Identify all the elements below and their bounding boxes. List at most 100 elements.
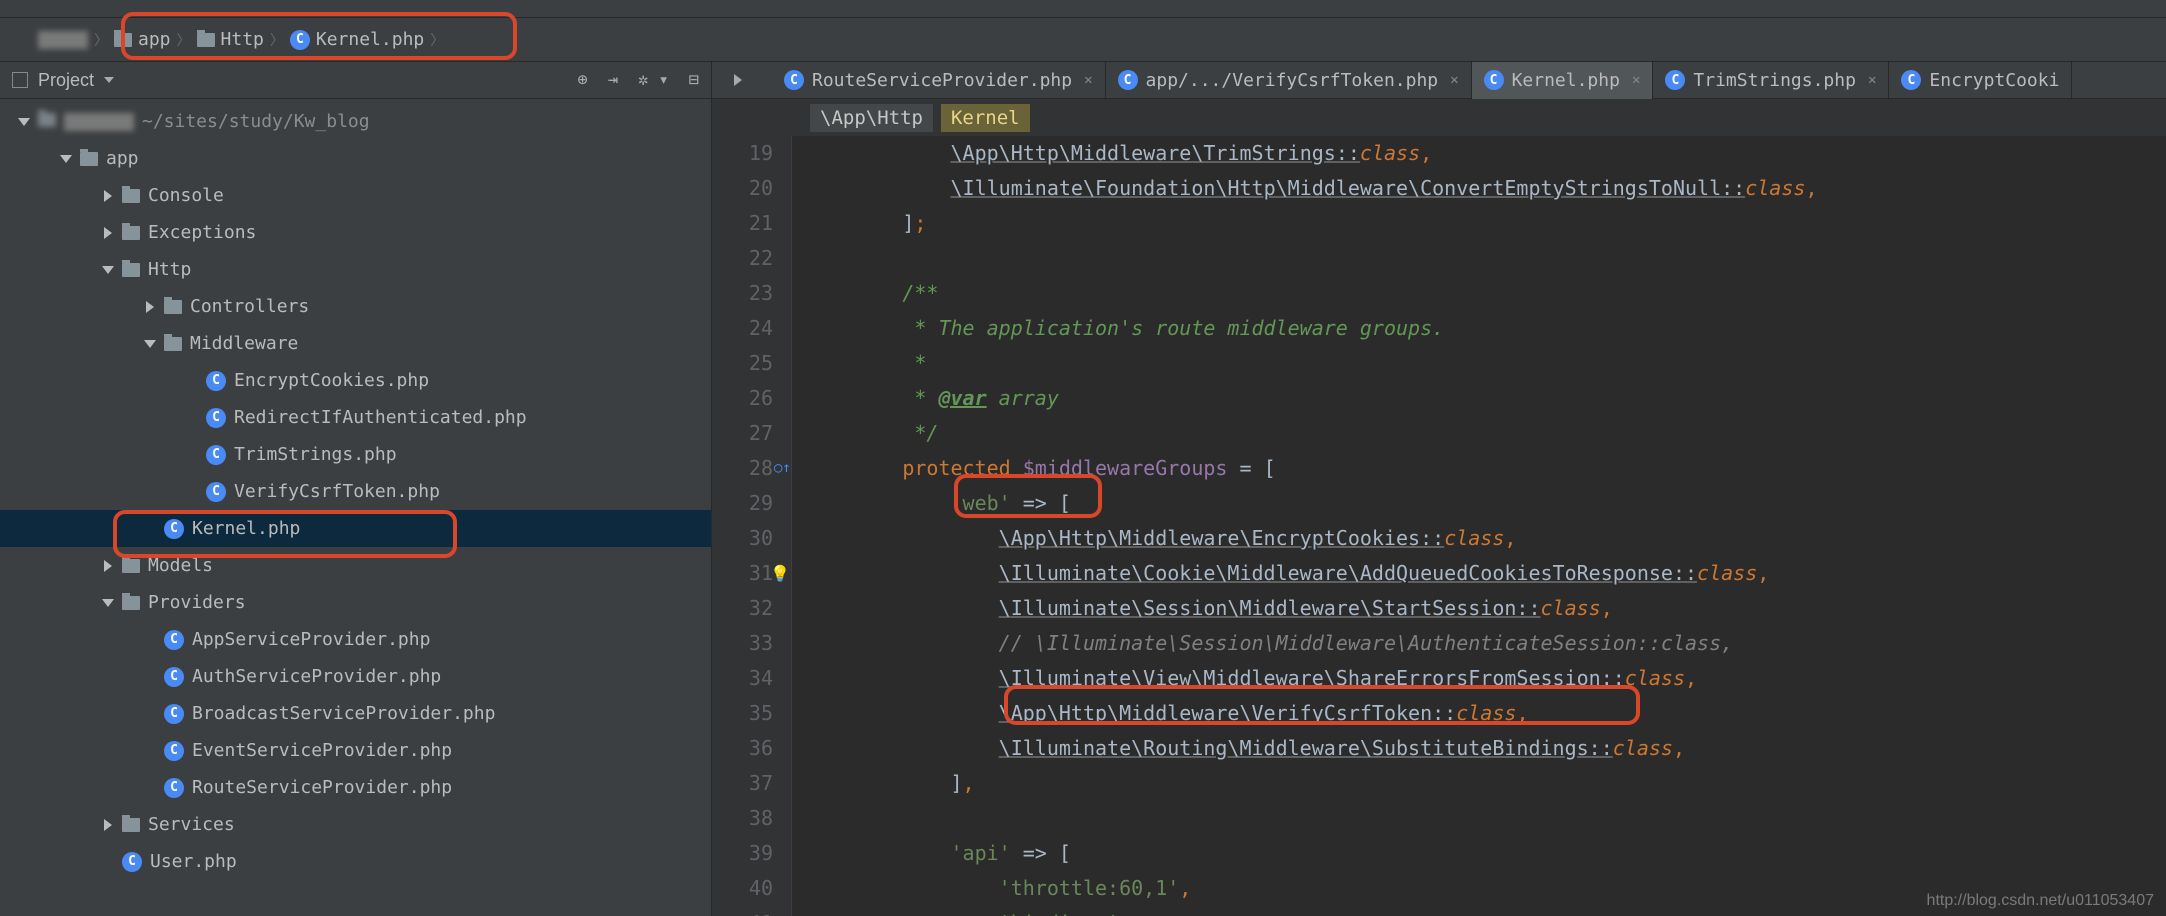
line-number: 21 <box>712 206 773 241</box>
tree-item-app[interactable]: app <box>0 140 711 177</box>
close-icon[interactable]: ✕ <box>1084 72 1092 88</box>
tab-kernel-php[interactable]: CKernel.php✕ <box>1472 62 1654 99</box>
expand-icon[interactable] <box>102 560 114 572</box>
project-label[interactable]: Project <box>38 70 94 91</box>
project-view-icon[interactable] <box>12 72 28 88</box>
collapse-icon[interactable]: ⇥ <box>608 70 618 90</box>
project-sidebar: Project ⊕ ⇥ ✲ ▾ ⊟ ~/sites/study/Kw_bloga… <box>0 62 712 916</box>
tree-label: Kernel.php <box>192 518 300 539</box>
code-area[interactable]: \App\Http\Middleware\TrimStrings::class,… <box>792 136 2166 916</box>
project-tree[interactable]: ~/sites/study/Kw_blogapp Console Exception… <box>0 99 711 916</box>
breadcrumb-item-http[interactable]: Http <box>197 29 264 50</box>
code-crumb-class[interactable]: Kernel <box>941 104 1030 132</box>
tree-label: Http <box>148 259 191 280</box>
folder-icon <box>197 33 215 47</box>
tab-label: TrimStrings.php <box>1693 70 1856 91</box>
breadcrumb-item-kernel[interactable]: CKernel.php <box>290 29 424 50</box>
class-icon: C <box>1901 70 1921 90</box>
tree-label: EncryptCookies.php <box>234 370 429 391</box>
gear-icon[interactable]: ✲ ▾ <box>638 70 669 90</box>
expand-icon[interactable] <box>102 190 114 202</box>
tree-item-user-php[interactable]: CUser.php <box>0 843 711 880</box>
expand-icon[interactable] <box>102 599 114 607</box>
tree-label: RedirectIfAuthenticated.php <box>234 407 527 428</box>
breadcrumb-sep-icon: 〉 <box>177 30 191 50</box>
close-icon[interactable]: ✕ <box>1632 72 1640 88</box>
breadcrumb-label: Http <box>221 29 264 50</box>
tree-label: EventServiceProvider.php <box>192 740 452 761</box>
tree-label: Console <box>148 185 224 206</box>
tree-label: AppServiceProvider.php <box>192 629 430 650</box>
tree-item-console[interactable]: Console <box>0 177 711 214</box>
class-icon: C <box>164 704 184 724</box>
expand-icon[interactable] <box>18 118 30 126</box>
line-number: 26 <box>712 381 773 416</box>
tree-label: BroadcastServiceProvider.php <box>192 703 495 724</box>
breadcrumb-blur-icon <box>38 31 88 49</box>
tree-item-appserviceprovider-php[interactable]: C AppServiceProvider.php <box>0 621 711 658</box>
tree-item-controllers[interactable]: Controllers <box>0 288 711 325</box>
expand-icon[interactable] <box>144 340 156 348</box>
code-crumb-namespace[interactable]: \App\Http <box>810 104 933 132</box>
line-number: 31 <box>712 556 773 591</box>
tree-item-redirectifauthenticated-php[interactable]: CRedirectIfAuthenticated.php <box>0 399 711 436</box>
folder-icon <box>164 337 182 351</box>
tree-item-providers[interactable]: Providers <box>0 584 711 621</box>
tree-item-kernel-php[interactable]: CKernel.php <box>0 510 711 547</box>
tree-label: TrimStrings.php <box>234 444 397 465</box>
tree-item-services[interactable]: Services <box>0 806 711 843</box>
tree-label: Controllers <box>190 296 309 317</box>
tree-item-verifycsrftoken-php[interactable]: CVerifyCsrfToken.php <box>0 473 711 510</box>
tree-item-http[interactable]: Http <box>0 251 711 288</box>
target-icon[interactable]: ⊕ <box>578 70 588 90</box>
folder-icon <box>122 559 140 573</box>
tree-item-middleware[interactable]: Middleware <box>0 325 711 362</box>
tree-item-routeserviceprovider-php[interactable]: CRouteServiceProvider.php <box>0 769 711 806</box>
editor-pane: CRouteServiceProvider.php✕Capp/.../Verif… <box>712 62 2166 916</box>
tab-label: RouteServiceProvider.php <box>812 70 1072 91</box>
tree-item-exceptions[interactable]: Exceptions <box>0 214 711 251</box>
tab-routeserviceprovider-php[interactable]: C RouteServiceProvider.php ✕ <box>772 62 1106 99</box>
line-number: 29 <box>712 486 773 521</box>
breadcrumb-label: Kernel.php <box>316 29 424 50</box>
tree-label: Exceptions <box>148 222 256 243</box>
tree-item-encryptcookies-php[interactable]: CEncryptCookies.php <box>0 362 711 399</box>
hide-icon[interactable]: ⊟ <box>689 70 699 90</box>
breadcrumb-sep-icon: 〉 <box>270 30 284 50</box>
tab-encryptcooki[interactable]: C EncryptCooki <box>1889 62 2072 99</box>
tree-item-broadcastserviceprovider-php[interactable]: C BroadcastServiceProvider.php <box>0 695 711 732</box>
tree-item-root[interactable]: ~/sites/study/Kw_blog <box>0 103 711 140</box>
override-icon[interactable]: ○↑ <box>774 451 791 486</box>
close-icon[interactable]: ✕ <box>1868 72 1876 88</box>
line-number: 19 <box>712 136 773 171</box>
line-number: 30 <box>712 521 773 556</box>
tab-label: EncryptCooki <box>1929 70 2059 91</box>
breadcrumb-item-app[interactable]: app <box>114 29 171 50</box>
gutter[interactable]: 1920212223242526272829303132333435363738… <box>712 136 792 916</box>
tree-item-trimstrings-php[interactable]: CTrimStrings.php <box>0 436 711 473</box>
tree-item-authserviceprovider-php[interactable]: CAuthServiceProvider.php <box>0 658 711 695</box>
line-number: 36 <box>712 731 773 766</box>
expand-icon[interactable] <box>144 301 156 313</box>
tab-trimstrings-php[interactable]: CTrimStrings.php✕ <box>1653 62 1889 99</box>
breadcrumb-sep-icon: 〉 <box>430 30 444 50</box>
expand-icon[interactable] <box>102 819 114 831</box>
tab-app-verifycsrftoken-php[interactable]: Capp/.../VerifyCsrfToken.php✕ <box>1106 62 1472 99</box>
folder-icon <box>122 818 140 832</box>
tree-label: RouteServiceProvider.php <box>192 777 452 798</box>
tree-item-models[interactable]: Models <box>0 547 711 584</box>
close-icon[interactable]: ✕ <box>1450 72 1458 88</box>
class-icon: C <box>164 630 184 650</box>
folder-icon <box>122 263 140 277</box>
line-number: 24 <box>712 311 773 346</box>
class-icon: C <box>784 70 804 90</box>
caret-down-icon[interactable] <box>104 77 114 83</box>
class-icon: C <box>206 482 226 502</box>
title-bar <box>0 0 2166 18</box>
expand-icon[interactable] <box>102 227 114 239</box>
expand-icon[interactable] <box>102 266 114 274</box>
tab-label: Kernel.php <box>1512 70 1620 91</box>
expand-icon[interactable] <box>60 155 72 163</box>
tree-item-eventserviceprovider-php[interactable]: CEventServiceProvider.php <box>0 732 711 769</box>
bulb-icon[interactable]: 💡 <box>770 556 790 591</box>
